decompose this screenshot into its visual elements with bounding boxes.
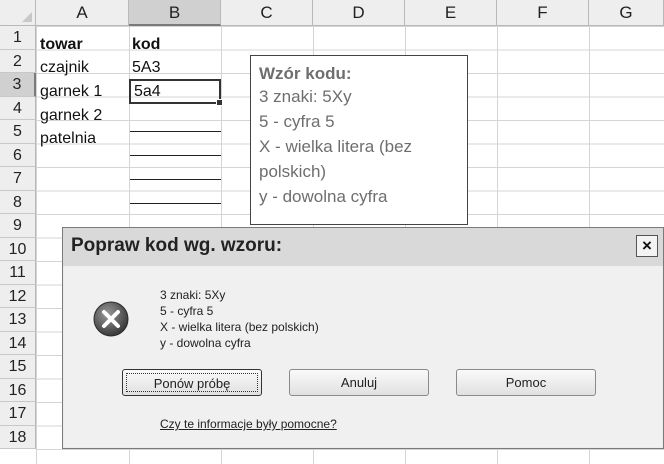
cell-a2[interactable]: czajnik [37,56,89,79]
cell-a5[interactable]: patelnia [37,127,96,150]
cell-a3[interactable]: garnek 1 [37,80,102,103]
cell-b2[interactable]: 5A3 [129,56,160,79]
row-header-13[interactable]: 13 [0,308,36,332]
error-x-icon [93,301,129,337]
dialog-body: 3 znaki: 5Xy 5 - cyfra 5 X - wielka lite… [64,266,662,447]
column-header-c[interactable]: C [221,0,313,26]
message-line: X - wielka litera (bez polskich) [160,320,319,334]
retry-button-label: Ponów próbę [126,373,258,392]
tooltip-line: X - wielka litera (bez [259,137,413,156]
row-header-16[interactable]: 16 [0,378,36,402]
tooltip-line: polskich) [259,162,327,181]
row-header-10[interactable]: 10 [0,237,36,261]
cell-a4[interactable]: garnek 2 [37,104,102,127]
select-all-corner[interactable] [0,0,36,26]
message-line: y - dowolna cyfra [160,336,251,350]
tooltip-line: 3 znaki: 5Xy [259,87,352,106]
tooltip-line: y - dowolna cyfra [259,187,388,206]
help-button[interactable]: Pomoc [456,369,596,396]
row-header-6[interactable]: 6 [0,143,36,167]
validation-mark [130,155,221,156]
message-line: 3 znaki: 5Xy [160,288,226,302]
row-header-12[interactable]: 12 [0,284,36,308]
tooltip-line: 5 - cyfra 5 [259,112,335,131]
column-header-e[interactable]: E [405,0,497,26]
cell-a1[interactable]: towar [37,33,83,56]
column-header-f[interactable]: F [497,0,589,26]
cell-b1[interactable]: kod [129,33,160,56]
dialog-title: Popraw kod wg. wzoru: [71,235,283,256]
row-header-15[interactable]: 15 [0,355,36,379]
row-header-3[interactable]: 3 [0,73,36,97]
input-message-tooltip: Wzór kodu: 3 znaki: 5Xy 5 - cyfra 5 X - … [250,55,468,225]
column-header-a[interactable]: A [36,0,129,26]
dialog-titlebar[interactable]: Popraw kod wg. wzoru: × [63,228,663,266]
row-header-17[interactable]: 17 [0,402,36,426]
validation-mark [130,203,221,204]
column-header-b[interactable]: B [129,0,221,26]
feedback-link[interactable]: Czy te informacje były pomocne? [160,417,337,431]
row-header-18[interactable]: 18 [0,425,36,449]
column-header-d[interactable]: D [313,0,405,26]
row-header-9[interactable]: 9 [0,214,36,238]
validation-mark [130,131,221,132]
row-header-5[interactable]: 5 [0,120,36,144]
row-header-1[interactable]: 1 [0,26,36,50]
close-button[interactable]: × [636,235,658,257]
row-header-2[interactable]: 2 [0,49,36,73]
row-header-4[interactable]: 4 [0,96,36,120]
row-header-8[interactable]: 8 [0,190,36,214]
tooltip-title: Wzór kodu: [259,64,352,83]
row-header-7[interactable]: 7 [0,167,36,191]
error-dialog: Popraw kod wg. wzoru: × 3 znaki: 5Xy 5 -… [62,227,664,449]
row-header-11[interactable]: 11 [0,261,36,285]
row-header-14[interactable]: 14 [0,331,36,355]
error-message: 3 znaki: 5Xy 5 - cyfra 5 X - wielka lite… [160,287,319,351]
column-header-g[interactable]: G [589,0,664,26]
cancel-button[interactable]: Anuluj [289,369,429,396]
message-line: 5 - cyfra 5 [160,304,214,318]
validation-mark [130,179,221,180]
active-cell-selection[interactable] [129,79,223,106]
retry-button[interactable]: Ponów próbę [122,369,262,396]
